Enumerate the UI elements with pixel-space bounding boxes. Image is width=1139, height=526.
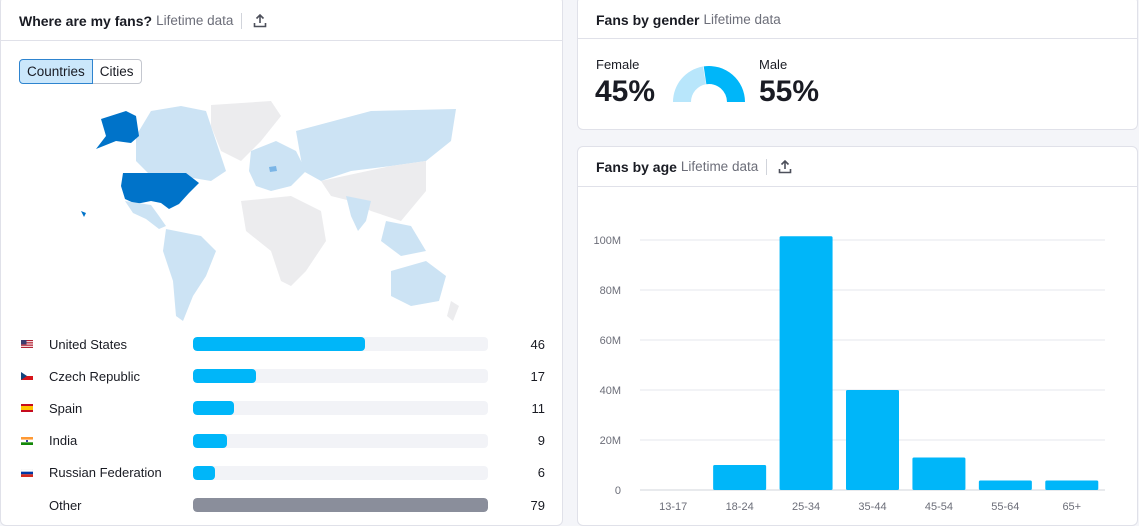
card-title: Fans by age (596, 158, 677, 175)
age-bar[interactable] (846, 390, 899, 490)
world-map[interactable] (81, 101, 461, 331)
map-region-south-america (163, 229, 216, 321)
es-flag-icon (21, 404, 33, 413)
country-name: India (49, 433, 78, 449)
country-value: 46 (530, 336, 545, 352)
country-bar-track (193, 433, 488, 448)
card-title: Fans by gender (596, 11, 700, 28)
age-bar[interactable] (912, 457, 966, 491)
map-region-europe (249, 141, 306, 191)
tab-cities[interactable]: Cities (92, 59, 142, 84)
x-tick-label: 55-64 (991, 501, 1019, 513)
country-row: Czech Republic 17 (1, 366, 562, 386)
y-tick-label: 0 (615, 485, 621, 497)
country-bar-fill (193, 465, 216, 480)
x-tick-label: 65+ (1062, 501, 1081, 513)
country-name: United States (49, 336, 128, 352)
country-row: United States 46 (1, 334, 562, 354)
fans-gender-card: Fans by gender Lifetime data Female 45% … (577, 0, 1138, 130)
x-tick-label: 35-44 (858, 501, 886, 513)
country-value: 6 (537, 465, 545, 481)
female-label: Female (596, 57, 640, 72)
country-row: India 9 (1, 431, 562, 451)
in-flag-icon (21, 436, 33, 445)
country-bar-fill (193, 369, 257, 384)
country-row: Spain 11 (1, 398, 562, 418)
fans-location-card: Where are my fans? Lifetime data Countri… (0, 0, 563, 526)
y-tick-label: 80M (600, 285, 621, 297)
age-bar-chart: 0 20M 40M 60M 80M 100M 13-17 18-24 25-34 35-44 45-… (593, 235, 1105, 513)
map-region-africa (241, 196, 326, 286)
card-subtitle: Lifetime data (703, 12, 781, 27)
location-type-toggle: Countries Cities (19, 59, 142, 84)
country-name: Spain (49, 400, 83, 416)
fans-age-card: Fans by age Lifetime data 0 20M 40M 60M 80M 1… (577, 146, 1138, 526)
y-tick-label: 20M (600, 435, 621, 447)
map-region-czech-republic (269, 166, 277, 172)
country-name: Other (49, 497, 82, 513)
country-row: Russian Federation 6 (1, 463, 562, 483)
map-region-hawaii (81, 211, 86, 217)
us-flag-icon (21, 340, 33, 348)
card-title: Where are my fans? (19, 12, 153, 29)
x-tick-label: 45-54 (925, 501, 953, 513)
country-value: 17 (530, 368, 545, 384)
x-tick-label: 18-24 (726, 501, 754, 513)
country-bar-track (193, 369, 488, 384)
country-value: 9 (537, 433, 545, 449)
x-tick-label: 13-17 (659, 501, 687, 513)
card-subtitle: Lifetime data (156, 13, 234, 28)
cz-flag-icon (21, 372, 33, 381)
male-arc (703, 66, 745, 102)
female-value: 45% (595, 75, 656, 108)
country-name: Russian Federation (49, 465, 162, 481)
country-bar-fill (193, 498, 488, 512)
map-region-mexico (125, 201, 166, 229)
map-region-se-asia (381, 221, 426, 256)
country-row: Other 79 (1, 495, 562, 515)
country-bar-fill (193, 401, 235, 416)
age-bar[interactable] (713, 465, 767, 490)
age-header: Fans by age Lifetime data (578, 147, 1137, 187)
map-region-alaska (96, 111, 139, 149)
y-tick-label: 100M (593, 235, 621, 247)
gender-header: Fans by gender Lifetime data (578, 1, 1137, 39)
age-bar[interactable] (1045, 480, 1099, 491)
country-bar-track (193, 337, 488, 351)
map-region-australia (391, 261, 446, 306)
gender-donut (673, 66, 745, 102)
country-bar-track (193, 498, 488, 512)
female-arc (673, 66, 707, 102)
country-value: 79 (530, 497, 545, 513)
country-name: Czech Republic (49, 368, 141, 384)
export-upload-icon[interactable] (777, 159, 793, 175)
y-tick-label: 40M (600, 385, 621, 397)
country-bar-track (193, 401, 488, 416)
male-label: Male (759, 57, 788, 72)
country-bar-track (193, 465, 488, 480)
country-value: 11 (531, 400, 546, 416)
map-region-india (346, 196, 371, 231)
tab-countries[interactable]: Countries (19, 59, 93, 84)
y-tick-label: 60M (600, 335, 621, 347)
x-tick-label: 25-34 (792, 501, 820, 513)
map-region-new-zealand (447, 301, 459, 321)
male-value: 55% (759, 75, 820, 108)
header-divider (241, 12, 243, 29)
export-upload-icon[interactable] (252, 13, 268, 29)
ru-flag-icon (21, 468, 33, 477)
age-bar[interactable] (779, 236, 833, 490)
country-bar-fill (193, 433, 227, 448)
age-bar[interactable] (978, 480, 1032, 491)
card-subtitle: Lifetime data (680, 159, 759, 174)
country-bar-fill (193, 337, 365, 351)
fans-location-header: Where are my fans? Lifetime data (1, 1, 562, 41)
header-divider (766, 158, 768, 175)
